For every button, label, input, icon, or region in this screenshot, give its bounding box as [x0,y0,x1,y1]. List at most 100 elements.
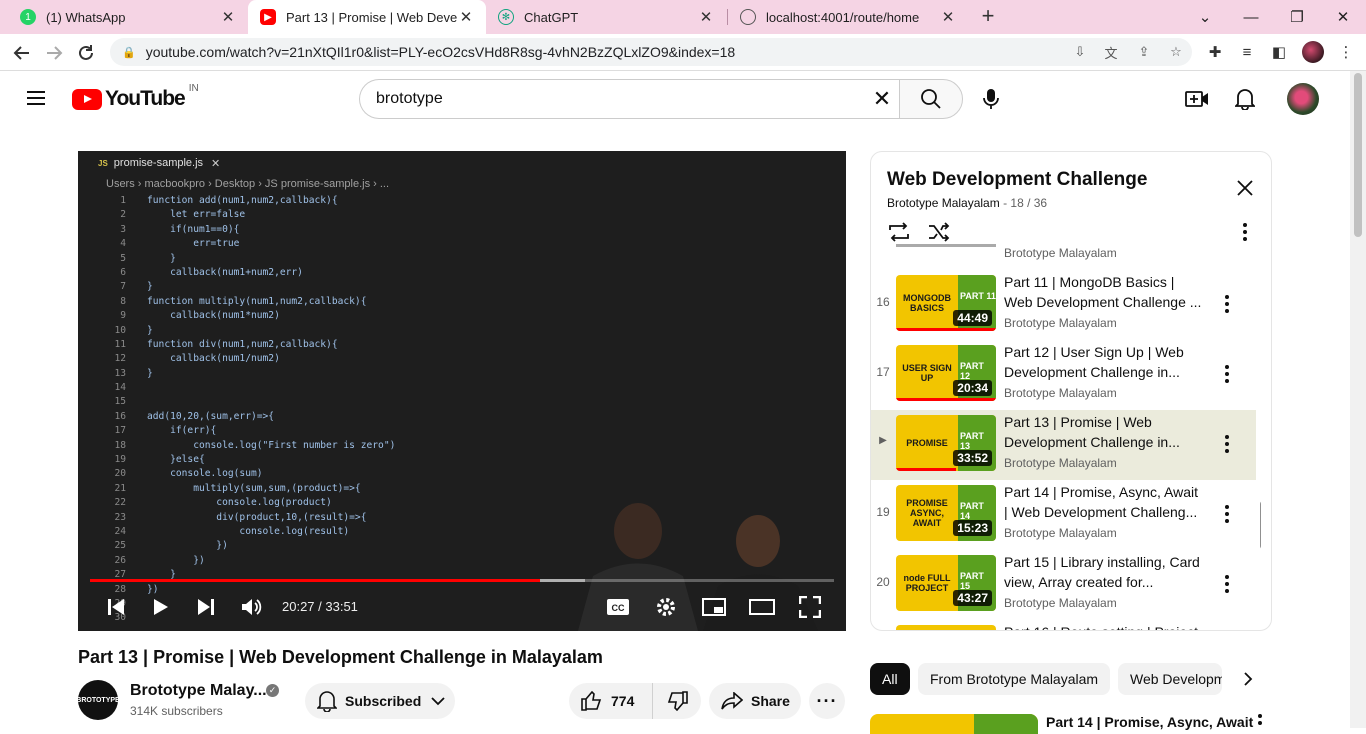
dislike-button[interactable] [653,683,701,719]
channel-name[interactable]: Brototype Malay... [130,682,267,700]
play-button[interactable] [145,594,177,620]
side-panel-icon[interactable]: ◧ [1267,40,1291,64]
loop-playlist-button[interactable] [887,220,911,244]
next-button[interactable] [190,594,222,620]
playlist-item-thumbnail[interactable]: USER SIGN UP PART 12 20:34 [896,345,996,401]
close-tab-icon[interactable]: ✕ [458,8,474,26]
share-page-icon[interactable]: ⇪ [1134,42,1154,62]
video-player[interactable]: JS promise-sample.js ✕ Users › macbookpr… [78,151,846,631]
tab-search-chevron-icon[interactable]: ⌄ [1182,0,1228,34]
playlist-item-title[interactable]: Part 16 | Route setting | Project [1004,622,1204,630]
chip-web-development[interactable]: Web Developm [1118,663,1222,695]
code-line: 22 console.log(product) [98,496,395,510]
tab-localhost[interactable]: localhost:4001/route/home ✕ [728,0,968,34]
miniplayer-icon [702,598,726,616]
playlist-item-title[interactable]: Part 14 | Promise, Async, Await | Web De… [1004,482,1204,522]
install-app-icon[interactable]: ⇩ [1070,42,1090,62]
playlist-item-title[interactable]: Part 11 | MongoDB Basics | Web Developme… [1004,272,1204,312]
search-input[interactable]: brototype [359,79,900,119]
clear-search-icon[interactable]: ✕ [870,88,894,112]
item-menu-button[interactable] [1215,292,1239,316]
fullscreen-button[interactable] [794,594,826,620]
translate-icon[interactable]: 文 [1101,42,1121,62]
item-menu-button[interactable] [1215,502,1239,526]
close-window-button[interactable]: ✕ [1320,0,1366,34]
playlist-menu-button[interactable] [1233,220,1257,244]
like-button[interactable]: 774 [569,683,653,719]
forward-button[interactable] [41,40,67,66]
recommendation-menu-button[interactable] [1252,714,1268,728]
playlist-item[interactable]: 16 MONGODB BASICS PART 11 44:49 Part 11 … [871,270,1256,340]
extensions-puzzle-icon[interactable]: ✚ [1203,40,1227,64]
volume-button[interactable] [236,594,268,620]
svg-text:CC: CC [612,603,625,613]
back-button[interactable] [9,40,35,66]
browser-menu-icon[interactable]: ⋮ [1334,40,1358,64]
playlist-item[interactable]: 17 USER SIGN UP PART 12 20:34 Part 12 | … [871,340,1256,410]
recommendation-thumbnail[interactable] [870,714,1038,734]
user-avatar[interactable] [1287,83,1319,115]
code-line: 23 div(product,10,(result)=>{ [98,511,395,525]
playlist-item-current[interactable]: ▶ PROMISE PART 13 33:52 Part 13 | Promis… [871,410,1256,480]
miniplayer-button[interactable] [698,594,730,620]
close-tab-icon[interactable]: ✕ [220,8,236,26]
more-actions-button[interactable]: ··· [809,683,845,719]
close-tab-icon[interactable]: ✕ [940,8,956,26]
playlist-item-title[interactable]: Part 15 | Library installing, Card view,… [1004,552,1204,592]
playlist-item-title[interactable]: Part 13 | Promise | Web Development Chal… [1004,412,1204,452]
item-menu-button[interactable] [1215,572,1239,596]
media-queue-icon[interactable]: ≡ [1235,40,1259,64]
playlist-item-thumbnail[interactable]: PROMISE ASYNC, AWAIT PART 14 15:23 [896,485,996,541]
youtube-logo[interactable]: YouTube IN [72,83,199,111]
playlist-item[interactable]: 19 PROMISE ASYNC, AWAIT PART 14 15:23 Pa… [871,480,1256,550]
notifications-button[interactable] [1229,83,1261,115]
subscribed-button[interactable]: Subscribed [305,683,455,719]
bookmark-star-icon[interactable]: ☆ [1166,42,1186,62]
playlist-item-thumbnail[interactable]: node FULL PROJECT PART 15 43:27 [896,555,996,611]
playlist-title[interactable]: Web Development Challenge [887,169,1147,191]
settings-button[interactable] [650,594,682,620]
search-button[interactable] [899,79,963,119]
tab-chatgpt[interactable]: ✻ ChatGPT ✕ [486,0,726,34]
seek-bar[interactable] [90,579,834,582]
playlist-item-thumbnail[interactable]: MONGODB BASICS PART 11 44:49 [896,275,996,331]
item-menu-button[interactable] [1215,362,1239,386]
previous-button[interactable] [100,594,132,620]
playlist-item-title[interactable]: Part 12 | User Sign Up | Web Development… [1004,342,1204,382]
theater-mode-button[interactable] [746,594,778,620]
playlist-item[interactable]: Part 16 | Route setting | Project [871,620,1256,630]
item-menu-button[interactable] [1215,432,1239,456]
playlist-item[interactable]: 20 node FULL PROJECT PART 15 43:27 Part … [871,550,1256,620]
tab-whatsapp[interactable]: 1 (1) WhatsApp ✕ [8,0,248,34]
chip-from-channel[interactable]: From Brototype Malayalam [918,663,1111,695]
create-video-button[interactable] [1181,83,1213,115]
channel-avatar[interactable]: BROTOTYPE [76,680,120,720]
hamburger-menu-icon[interactable] [24,87,48,111]
close-tab-icon[interactable]: ✕ [698,8,714,26]
share-button[interactable]: Share [709,683,801,719]
captions-button[interactable]: CC [602,594,634,620]
chip-all[interactable]: All [870,663,910,695]
minimize-button[interactable]: — [1228,0,1274,34]
browser-profile-avatar[interactable] [1302,41,1324,63]
playlist-scrollbar[interactable] [1260,501,1261,549]
reload-button[interactable] [73,40,99,66]
voice-search-button[interactable] [971,79,1011,119]
playlist-item-index: 17 [876,365,890,379]
code-text: let err=false [147,209,246,221]
playlist-channel[interactable]: Brototype Malayalam [887,196,1000,210]
code-line: 14 [98,381,395,395]
new-tab-button[interactable]: + [976,4,1000,30]
close-playlist-button[interactable] [1233,176,1257,200]
lock-icon[interactable]: 🔒 [122,46,136,59]
shuffle-playlist-button[interactable] [927,220,951,244]
restore-button[interactable]: ❐ [1274,0,1320,34]
page-scrollbar-thumb[interactable] [1354,73,1362,237]
page-scrollbar[interactable] [1350,71,1366,728]
tab-youtube[interactable]: ▶ Part 13 | Promise | Web Development Ch… [248,0,486,34]
url-bar[interactable]: 🔒 youtube.com/watch?v=21nXtQIl1r0&list=P… [110,38,1192,66]
line-number: 25 [114,540,126,552]
chips-next-button[interactable] [1236,667,1260,691]
playlist-item-thumbnail[interactable] [896,625,996,630]
playlist-item-thumbnail[interactable]: PROMISE PART 13 33:52 [896,415,996,471]
